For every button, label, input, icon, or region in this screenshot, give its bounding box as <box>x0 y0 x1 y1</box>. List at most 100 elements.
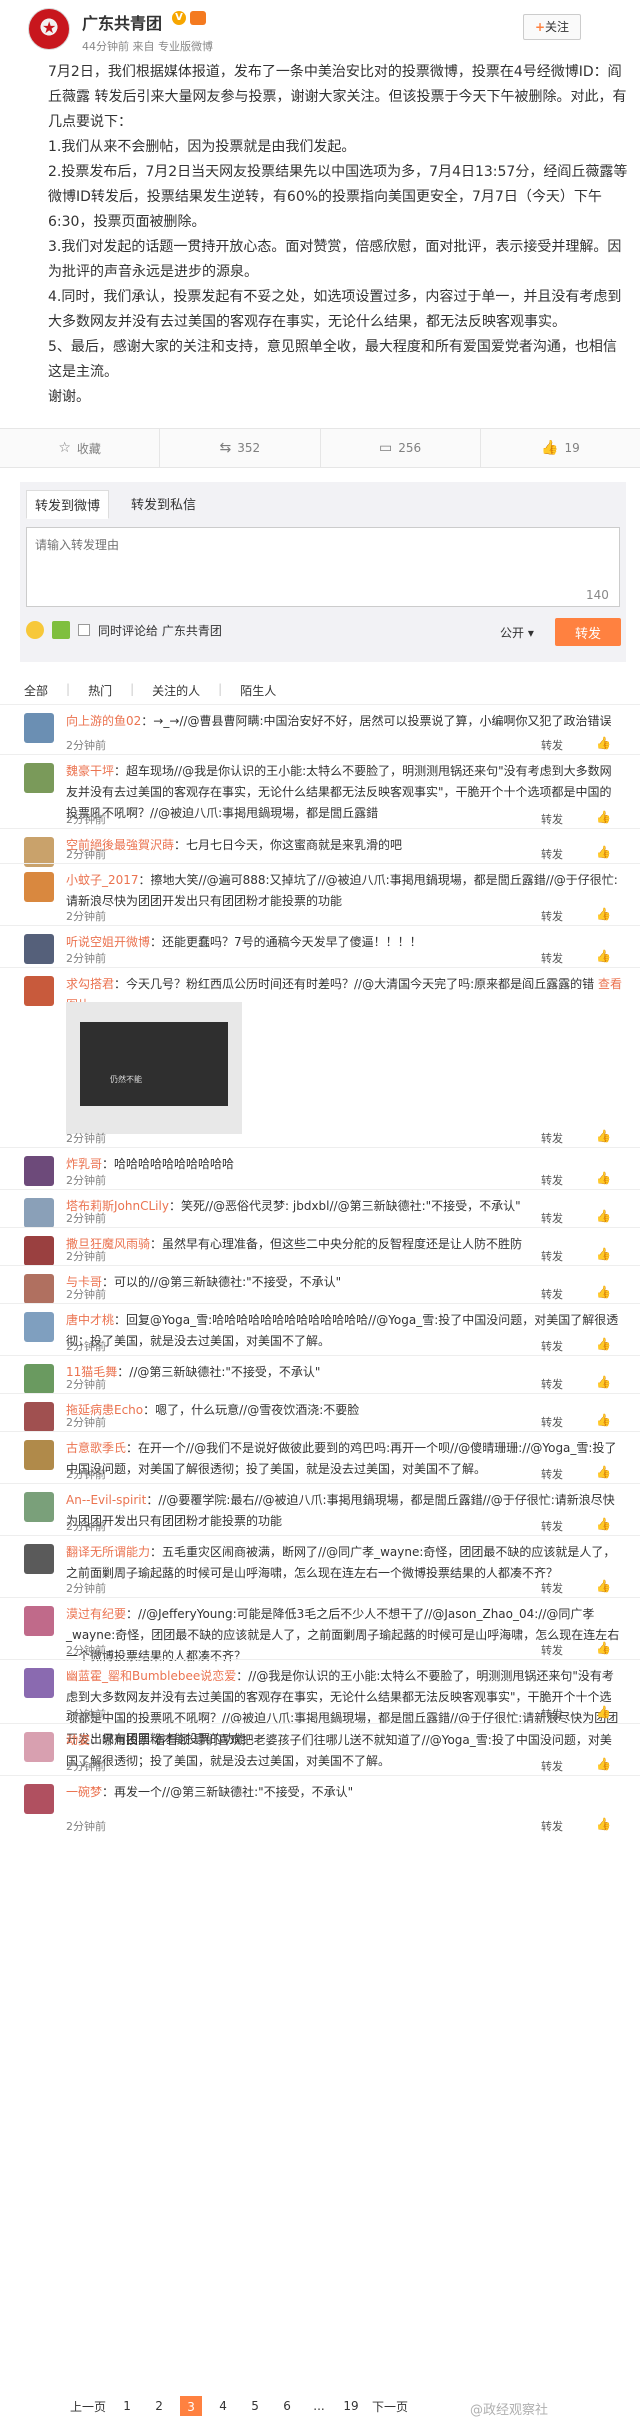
commenter-avatar[interactable] <box>24 1156 54 1186</box>
commenter-avatar[interactable] <box>24 1492 54 1522</box>
page-link[interactable]: 5 <box>244 2396 266 2416</box>
thumbs-up-icon[interactable]: 👍 <box>596 1465 611 1479</box>
commenter-avatar[interactable] <box>24 1274 54 1304</box>
page-link[interactable]: 3 <box>180 2396 203 2416</box>
comment-repost-link[interactable]: 转发 <box>541 1642 563 1658</box>
commenter-name[interactable]: 幽蓝霍_罂和Bumblebee说恋爱 <box>66 1669 236 1683</box>
repost-button[interactable]: ⇆ 352 <box>160 429 321 467</box>
next-page-link[interactable]: 下一页 <box>372 2398 408 2415</box>
commenter-avatar[interactable] <box>24 1668 54 1698</box>
thumbs-up-icon[interactable]: 👍 <box>596 1337 611 1351</box>
commenter-avatar[interactable] <box>24 1236 54 1266</box>
comment-repost-link[interactable]: 转发 <box>541 1758 563 1774</box>
thumbs-up-icon[interactable]: 👍 <box>596 1579 611 1593</box>
comment-repost-link[interactable]: 转发 <box>541 737 563 753</box>
commenter-avatar[interactable] <box>24 1544 54 1574</box>
thumbs-up-icon[interactable]: 👍 <box>596 1413 611 1427</box>
comment-repost-link[interactable]: 转发 <box>541 1818 563 1834</box>
thumbs-up-icon[interactable]: 👍 <box>596 1247 611 1261</box>
thumbs-up-icon[interactable]: 👍 <box>596 1209 611 1223</box>
commenter-name[interactable]: 动姿 <box>66 1733 90 1747</box>
comment-repost-link[interactable]: 转发 <box>541 908 563 924</box>
thumbs-up-icon[interactable]: 👍 <box>596 810 611 824</box>
thumbs-up-icon[interactable]: 👍 <box>596 845 611 859</box>
comment-repost-link[interactable]: 转发 <box>541 1130 563 1146</box>
commenter-name[interactable]: 求勾搭君 <box>66 977 114 991</box>
commenter-name[interactable]: 古意歌季氏 <box>66 1441 126 1455</box>
commenter-name[interactable]: 小蚊子_2017 <box>66 873 139 887</box>
commenter-avatar[interactable] <box>24 1784 54 1814</box>
comment-repost-link[interactable]: 转发 <box>541 1466 563 1482</box>
comment-repost-link[interactable]: 转发 <box>541 1248 563 1264</box>
commenter-avatar[interactable] <box>24 1732 54 1762</box>
collect-button[interactable]: ☆ 收藏 <box>0 429 161 467</box>
commenter-name[interactable]: 唐中才桃 <box>66 1313 114 1327</box>
page-link[interactable]: 19 <box>340 2396 362 2416</box>
page-link[interactable]: 4 <box>212 2396 234 2416</box>
comment-repost-link[interactable]: 转发 <box>541 1286 563 1302</box>
comment-repost-link[interactable]: 转发 <box>541 1580 563 1596</box>
comment-repost-link[interactable]: 转发 <box>541 1376 563 1392</box>
thumbs-up-icon[interactable]: 👍 <box>596 1705 611 1719</box>
commenter-name[interactable]: 一碗梦 <box>66 1785 102 1799</box>
like-button[interactable]: 👍 19 <box>481 429 640 467</box>
commenter-name[interactable]: An--Evil-spirit <box>66 1493 146 1507</box>
commenter-avatar[interactable] <box>24 872 54 902</box>
comment-repost-link[interactable]: 转发 <box>541 811 563 827</box>
commenter-name[interactable]: 向上游的鱼02 <box>66 714 141 728</box>
commenter-avatar[interactable] <box>24 976 54 1006</box>
thumbs-up-icon[interactable]: 👍 <box>596 1641 611 1655</box>
commenter-avatar[interactable] <box>24 934 54 964</box>
page-link[interactable]: 1 <box>116 2396 138 2416</box>
visibility-select[interactable]: 公开 ▾ <box>500 624 534 641</box>
picture-icon[interactable] <box>52 621 70 639</box>
page-link[interactable]: 2 <box>148 2396 170 2416</box>
author-name[interactable]: 广东共青团 <box>82 10 162 34</box>
page-link[interactable]: ... <box>308 2396 330 2416</box>
thumbs-up-icon[interactable]: 👍 <box>596 1375 611 1389</box>
thumbs-up-icon[interactable]: 👍 <box>596 1817 611 1831</box>
filter-following[interactable]: 关注的人 <box>152 682 200 699</box>
prev-page-link[interactable]: 上一页 <box>70 2398 106 2415</box>
commenter-avatar[interactable] <box>24 1364 54 1394</box>
thumbs-up-icon[interactable]: 👍 <box>596 1171 611 1185</box>
page-link[interactable]: 6 <box>276 2396 298 2416</box>
tab-repost-weibo[interactable]: 转发到微博 <box>26 490 110 519</box>
comment-button[interactable]: ▭ 256 <box>321 429 481 467</box>
commenter-name[interactable]: 翻译无所谓能力 <box>66 1545 150 1559</box>
comment-repost-link[interactable]: 转发 <box>541 846 563 862</box>
follow-button[interactable]: +关注 <box>523 14 581 40</box>
commenter-avatar[interactable] <box>24 1440 54 1470</box>
thumbs-up-icon[interactable]: 👍 <box>596 736 611 750</box>
tab-repost-private[interactable]: 转发到私信 <box>123 490 204 519</box>
commenter-name[interactable]: 漠过有纪要 <box>66 1607 126 1621</box>
comment-repost-link[interactable]: 转发 <box>541 1210 563 1226</box>
comment-repost-link[interactable]: 转发 <box>541 950 563 966</box>
comment-repost-link[interactable]: 转发 <box>541 1518 563 1534</box>
thumbs-up-icon[interactable]: 👍 <box>596 1757 611 1771</box>
commenter-avatar[interactable] <box>24 1312 54 1342</box>
thumbs-up-icon[interactable]: 👍 <box>596 1285 611 1299</box>
comment-repost-link[interactable]: 转发 <box>541 1338 563 1354</box>
filter-strangers[interactable]: 陌生人 <box>240 682 276 699</box>
commenter-name[interactable]: 魏豪干坪 <box>66 764 114 778</box>
commenter-name[interactable]: 炸乳哥 <box>66 1157 102 1171</box>
comment-repost-link[interactable]: 转发 <box>541 1414 563 1430</box>
comment-repost-link[interactable]: 转发 <box>541 1172 563 1188</box>
commenter-avatar[interactable] <box>24 1198 54 1228</box>
commenter-avatar[interactable] <box>24 1402 54 1432</box>
repost-input[interactable] <box>26 527 620 607</box>
comment-repost-link[interactable]: 转发 <box>541 1706 563 1722</box>
filter-hot[interactable]: 热门 <box>88 682 112 699</box>
thumbs-up-icon[interactable]: 👍 <box>596 949 611 963</box>
thumbs-up-icon[interactable]: 👍 <box>596 1129 611 1143</box>
repost-submit-button[interactable]: 转发 <box>555 618 621 646</box>
author-avatar[interactable] <box>28 8 70 50</box>
thumbs-up-icon[interactable]: 👍 <box>596 1517 611 1531</box>
emoji-icon[interactable] <box>26 621 44 639</box>
commenter-avatar[interactable] <box>24 763 54 793</box>
thumbs-up-icon[interactable]: 👍 <box>596 907 611 921</box>
commenter-avatar[interactable] <box>24 713 54 743</box>
commenter-name[interactable]: 听说空姐开微博 <box>66 935 150 949</box>
filter-all[interactable]: 全部 <box>24 682 48 699</box>
